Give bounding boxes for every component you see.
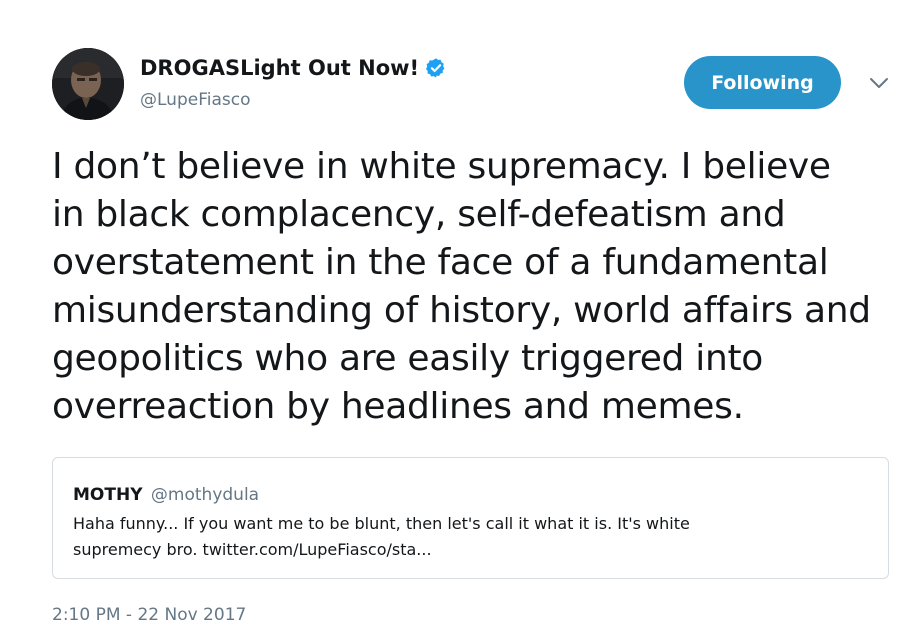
tweet-text: I don’t believe in white supremacy. I be… [52,143,902,431]
author-handle[interactable]: @LupeFiasco [140,89,250,111]
quoted-tweet-line: Haha funny... If you want me to be blunt… [73,514,690,533]
quoted-tweet-line: supremecy bro. twitter.com/LupeFiasco/st… [73,540,432,559]
avatar-image [52,48,124,120]
tweet-line: in black complacency, self-defeatism and [52,194,786,235]
chevron-down-icon[interactable] [867,73,891,93]
quoted-author-handle: @mothydula [150,485,260,505]
avatar[interactable] [52,48,124,120]
tweet-timestamp[interactable]: 2:10 PM - 22 Nov 2017 [52,604,246,626]
quoted-tweet-card[interactable]: MOTHY @mothydula Haha funny... If you wa… [52,457,889,579]
tweet-line: overstatement in the face of a fundament… [52,242,829,283]
display-name-row[interactable]: DROGASLight Out Now! [140,55,447,81]
quoted-author-name: MOTHY [73,485,143,505]
quoted-tweet-text: Haha funny... If you want me to be blunt… [73,511,873,563]
quoted-tweet-header: MOTHY @mothydula [73,484,259,506]
following-button[interactable]: Following [684,56,841,109]
tweet-line: overreaction by headlines and memes. [52,386,744,427]
tweet-line: I don’t believe in white supremacy. I be… [52,146,831,187]
tweet-line: misunderstanding of history, world affai… [52,290,871,331]
verified-badge-icon [426,58,445,78]
tweet-line: geopolitics who are easily triggered int… [52,338,764,379]
author-name: DROGASLight Out Now! [140,56,420,80]
